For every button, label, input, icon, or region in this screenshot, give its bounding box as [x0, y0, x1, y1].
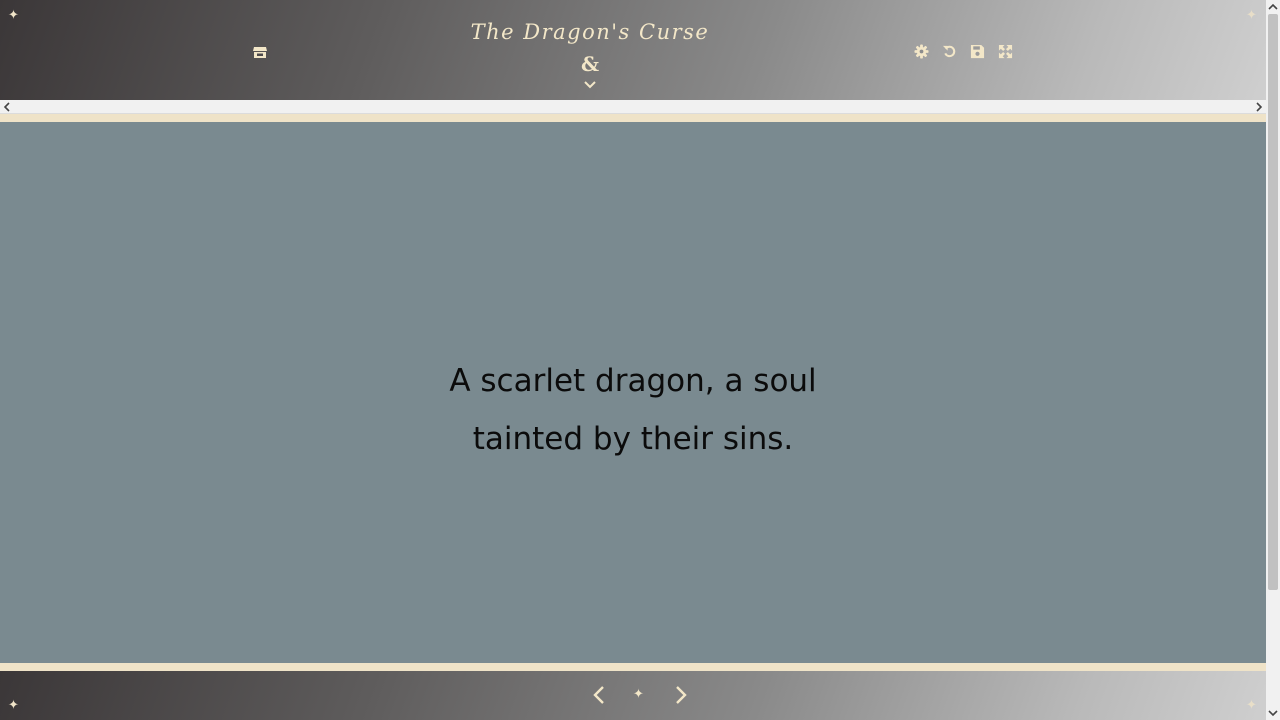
story-passage: A scarlet dragon, a soul tainted by thei…	[449, 363, 817, 457]
chevron-left-icon[interactable]	[592, 685, 606, 705]
chevron-down-icon[interactable]	[583, 80, 597, 90]
gear-icon[interactable]	[914, 44, 929, 59]
vertical-scrollbar[interactable]	[1266, 0, 1280, 720]
scrollbar-thumb[interactable]	[1268, 14, 1278, 590]
save-icon[interactable]	[970, 44, 985, 59]
sparkle-icon: ✦	[1246, 698, 1257, 713]
story-symbol: &	[580, 52, 600, 76]
footer-bar: ✦ ✦ ✦	[0, 671, 1266, 720]
game-app: ✦ ✦ The Dragon's Curse & A scarlet drago…	[0, 0, 1266, 720]
top-border	[0, 114, 1266, 122]
sparkle-icon: ✦	[8, 8, 19, 23]
store-icon[interactable]	[252, 44, 268, 60]
chevron-right-icon[interactable]	[674, 685, 688, 705]
scroll-down-icon[interactable]	[1267, 707, 1279, 719]
horizontal-scrollbar[interactable]	[0, 100, 1266, 114]
undo-icon[interactable]	[942, 44, 957, 59]
scroll-right-icon[interactable]	[1253, 101, 1265, 113]
sparkle-icon: ✦	[633, 687, 644, 702]
fullscreen-icon[interactable]	[998, 44, 1013, 59]
bottom-border	[0, 663, 1266, 671]
toolbar	[914, 44, 1013, 60]
sparkle-icon: ✦	[8, 698, 19, 713]
story-title: The Dragon's Curse	[470, 20, 710, 44]
header-bar: ✦ ✦ The Dragon's Curse &	[0, 0, 1266, 100]
story-stage[interactable]: A scarlet dragon, a soul tainted by thei…	[0, 122, 1266, 663]
scroll-left-icon[interactable]	[1, 101, 13, 113]
sparkle-icon: ✦	[1246, 8, 1257, 23]
scroll-up-icon[interactable]	[1267, 1, 1279, 13]
